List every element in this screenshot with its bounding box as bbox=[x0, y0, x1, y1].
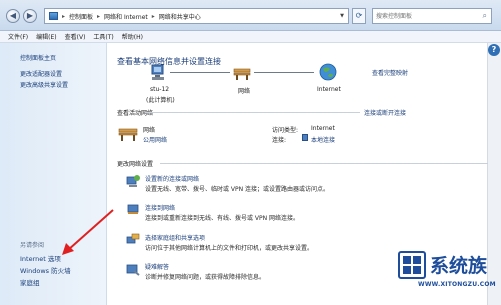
address-bar: ◀ ▶ ▸ 控制面板 ▸ 网络和 Internet ▸ 网络和共享中心 ▼ ⟳ … bbox=[0, 0, 501, 31]
sidebar-item-internet-options[interactable]: Internet 选项 bbox=[20, 253, 61, 263]
sidebar-item-sharing[interactable]: 更改高级共享设置 bbox=[20, 80, 68, 89]
access-type-label: 访问类型: bbox=[272, 127, 299, 134]
network-type-link[interactable]: 公用网络 bbox=[143, 135, 167, 144]
ethernet-icon bbox=[302, 134, 308, 141]
menu-edit[interactable]: 编辑(E) bbox=[36, 32, 56, 41]
see-also-heading: 另请参阅 bbox=[20, 242, 45, 249]
breadcrumb[interactable]: ▸ 控制面板 ▸ 网络和 Internet ▸ 网络和共享中心 ▼ bbox=[44, 8, 349, 24]
computer-caption: (此计算机) bbox=[146, 97, 175, 104]
connect-network-icon bbox=[127, 204, 139, 214]
annotation-arrow bbox=[62, 209, 114, 255]
globe-icon[interactable] bbox=[319, 63, 337, 81]
computer-icon[interactable] bbox=[150, 64, 168, 82]
network-bench-icon bbox=[118, 128, 138, 141]
watermark: 系统族 WWW.XITONGZU.COM bbox=[398, 247, 498, 303]
full-map-link[interactable]: 查看完整映射 bbox=[372, 68, 408, 77]
menu-view[interactable]: 查看(V) bbox=[65, 32, 86, 41]
internet-label: Internet bbox=[317, 86, 341, 93]
setup-connection-desc: 设置无线、宽带、拨号、临时或 VPN 连接；或设置路由器或访问点。 bbox=[145, 186, 330, 193]
local-connection-link[interactable]: 本地连接 bbox=[311, 135, 335, 144]
breadcrumb-item[interactable]: 控制面板 bbox=[69, 12, 93, 21]
connection-line bbox=[170, 72, 230, 73]
breadcrumb-item[interactable]: 网络和 Internet bbox=[104, 12, 148, 21]
sidebar-item-home[interactable]: 控制面板主页 bbox=[20, 53, 56, 62]
change-settings-heading: 更改网络设置 bbox=[117, 161, 154, 168]
connect-disconnect-link[interactable]: 连接或断开连接 bbox=[364, 108, 406, 117]
troubleshoot-link[interactable]: 疑难解答 bbox=[145, 262, 169, 271]
back-button[interactable]: ◀ bbox=[6, 9, 20, 23]
connections-label: 连接: bbox=[272, 137, 287, 144]
menu-tools[interactable]: 工具(T) bbox=[93, 32, 113, 41]
network-bench-icon[interactable] bbox=[233, 64, 251, 82]
new-connection-icon bbox=[126, 175, 140, 187]
access-type-value: Internet bbox=[311, 125, 335, 132]
sidebar-item-firewall[interactable]: Windows 防火墙 bbox=[20, 265, 71, 275]
control-panel-icon bbox=[49, 12, 58, 20]
sidebar-item-homegroup[interactable]: 家庭组 bbox=[20, 277, 40, 287]
refresh-button[interactable]: ⟳ bbox=[352, 8, 366, 24]
troubleshoot-icon bbox=[126, 264, 140, 276]
connect-to-network-link[interactable]: 连接到网络 bbox=[145, 203, 175, 212]
watermark-url: WWW.XITONGZU.COM bbox=[418, 281, 496, 288]
computer-name: stu-12 bbox=[150, 86, 170, 93]
sidebar-item-adapter[interactable]: 更改适配器设置 bbox=[20, 69, 62, 78]
chevron-down-icon[interactable]: ▼ bbox=[336, 13, 348, 19]
homegroup-link[interactable]: 选择家庭组和共享选项 bbox=[145, 233, 205, 242]
search-box[interactable]: ⌕ bbox=[372, 8, 492, 24]
menu-help[interactable]: 帮助(H) bbox=[122, 32, 143, 41]
search-input[interactable] bbox=[373, 9, 473, 23]
homegroup-icon bbox=[126, 233, 140, 244]
help-icon[interactable]: ? bbox=[488, 44, 500, 56]
homegroup-desc: 访问位于其他网络计算机上的文件和打印机，或更改共享设置。 bbox=[145, 245, 314, 252]
watermark-brand: 系统族 bbox=[430, 255, 488, 277]
troubleshoot-desc: 诊断并修复网络问题，或获得故障排除信息。 bbox=[145, 274, 266, 281]
page-title: 查看基本网络信息并设置连接 bbox=[117, 57, 221, 66]
sidebar: 控制面板主页 更改适配器设置 更改高级共享设置 另请参阅 Internet 选项… bbox=[0, 43, 107, 305]
divider bbox=[160, 163, 488, 164]
forward-button[interactable]: ▶ bbox=[23, 9, 37, 23]
setup-connection-link[interactable]: 设置新的连接或网络 bbox=[145, 174, 199, 183]
menu-file[interactable]: 文件(F) bbox=[8, 32, 28, 41]
windows-logo-icon bbox=[398, 251, 426, 279]
connection-line bbox=[254, 72, 314, 73]
connect-to-network-desc: 连接到或重新连接到无线、有线、拨号或 VPN 网络连接。 bbox=[145, 215, 300, 222]
network-label: 网络 bbox=[238, 88, 251, 95]
divider bbox=[145, 112, 360, 113]
menu-bar: 文件(F) 编辑(E) 查看(V) 工具(T) 帮助(H) bbox=[0, 31, 501, 43]
breadcrumb-item[interactable]: 网络和共享中心 bbox=[159, 12, 201, 21]
search-icon[interactable]: ⌕ bbox=[483, 11, 487, 21]
active-network-name: 网络 bbox=[143, 127, 156, 134]
